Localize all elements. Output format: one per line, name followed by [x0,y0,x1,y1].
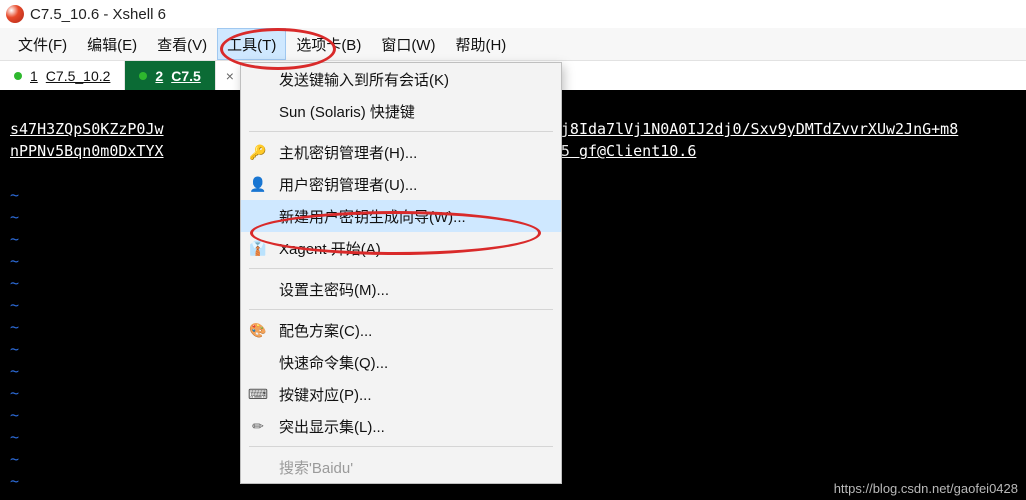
dropdown-item-label: Xagent 开始(A) [279,238,381,259]
prompt-tilde: ~ [10,296,19,314]
prompt-tilde: ~ [10,186,19,204]
dropdown-item[interactable]: Sun (Solaris) 快捷键 [241,95,561,127]
menu-item-icon: 🔑 [249,143,267,161]
menu-item[interactable]: 查看(V) [147,28,217,60]
menu-separator [249,131,553,132]
dropdown-item[interactable]: 👤 用户密钥管理者(U)... [241,168,561,200]
terminal-text: UZj8Ida7lVj1N0A0IJ2dj0/Sxv9yDMTdZvvrXUw2… [543,120,958,138]
dropdown-item-label: 搜索'Baidu' [279,457,353,478]
dropdown-item[interactable]: 👔 Xagent 开始(A) [241,232,561,264]
dropdown-item[interactable]: 设置主密码(M)... [241,273,561,305]
menu-separator [249,446,553,447]
dropdown-item-label: 快速命令集(Q)... [279,352,388,373]
prompt-tilde: ~ [10,406,19,424]
session-tab[interactable]: 2 C7.5 [125,61,215,91]
tab-index: 1 [30,68,38,84]
menu-item-icon: ✏ [249,417,267,435]
menu-separator [249,268,553,269]
dropdown-item-label: 新建用户密钥生成向导(W)... [279,206,466,227]
dropdown-item[interactable]: 🔑 主机密钥管理者(H)... [241,136,561,168]
menu-item[interactable]: 工具(T) [217,28,286,60]
dropdown-item[interactable]: 新建用户密钥生成向导(W)... [241,200,561,232]
prompt-tilde: ~ [10,428,19,446]
prompt-tilde: ~ [10,362,19,380]
dropdown-item-label: 配色方案(C)... [279,320,372,341]
app-logo-icon [6,5,24,23]
prompt-tilde: ~ [10,208,19,226]
tab-index: 2 [155,68,163,84]
dropdown-item[interactable]: ✏ 突出显示集(L)... [241,410,561,442]
dropdown-item[interactable]: 🎨 配色方案(C)... [241,314,561,346]
menu-item[interactable]: 编辑(E) [77,28,147,60]
prompt-tilde: ~ [10,252,19,270]
prompt-tilde: ~ [10,494,19,500]
menu-item-icon: 👔 [249,239,267,257]
dropdown-item-label: 按键对应(P)... [279,384,372,405]
dropdown-item: 搜索'Baidu' [241,451,561,483]
dropdown-item[interactable]: ⌨ 按键对应(P)... [241,378,561,410]
status-dot-icon [14,72,22,80]
menu-item[interactable]: 帮助(H) [445,28,516,60]
dropdown-item[interactable]: 发送键输入到所有会话(K) [241,63,561,95]
dropdown-item-label: 设置主密码(M)... [279,279,389,300]
menu-bar: 文件(F)编辑(E)查看(V)工具(T)选项卡(B)窗口(W)帮助(H) [0,28,1026,61]
menu-item[interactable]: 文件(F) [8,28,77,60]
prompt-tilde: ~ [10,230,19,248]
prompt-tilde: ~ [10,318,19,336]
prompt-tilde: ~ [10,472,19,490]
menu-item-icon: 🎨 [249,321,267,339]
terminal-text: nPPNv5Bqn0m0DxTYX [10,142,164,160]
menu-item[interactable]: 选项卡(B) [286,28,371,60]
window-title: C7.5_10.6 - Xshell 6 [30,6,166,23]
dropdown-item[interactable]: 快速命令集(Q)... [241,346,561,378]
prompt-tilde: ~ [10,340,19,358]
menu-item-icon: ⌨ [249,385,267,403]
dropdown-item-label: Sun (Solaris) 快捷键 [279,101,415,122]
prompt-tilde: ~ [10,450,19,468]
tools-dropdown: 发送键输入到所有会话(K) Sun (Solaris) 快捷键 🔑 主机密钥管理者(H… [240,62,562,484]
title-bar: C7.5_10.6 - Xshell 6 [0,0,1026,28]
dropdown-item-label: 主机密钥管理者(H)... [279,142,417,163]
session-tab[interactable]: 1 C7.5_10.2 [0,61,125,91]
dropdown-item-label: 突出显示集(L)... [279,416,385,437]
prompt-tilde: ~ [10,274,19,292]
menu-item[interactable]: 窗口(W) [371,28,445,60]
dropdown-item-label: 用户密钥管理者(U)... [279,174,417,195]
terminal-text: cK5 gf@Client10.6 [543,142,697,160]
terminal-text: s47H3ZQpS0KZzP0Jw [10,120,164,138]
prompt-tilde: ~ [10,384,19,402]
tab-label: C7.5_10.2 [46,68,111,84]
watermark: https://blog.csdn.net/gaofei0428 [834,481,1018,496]
menu-item-icon: 👤 [249,175,267,193]
dropdown-item-label: 发送键输入到所有会话(K) [279,69,449,90]
tab-label: C7.5 [171,68,201,84]
menu-separator [249,309,553,310]
status-dot-icon [139,72,147,80]
